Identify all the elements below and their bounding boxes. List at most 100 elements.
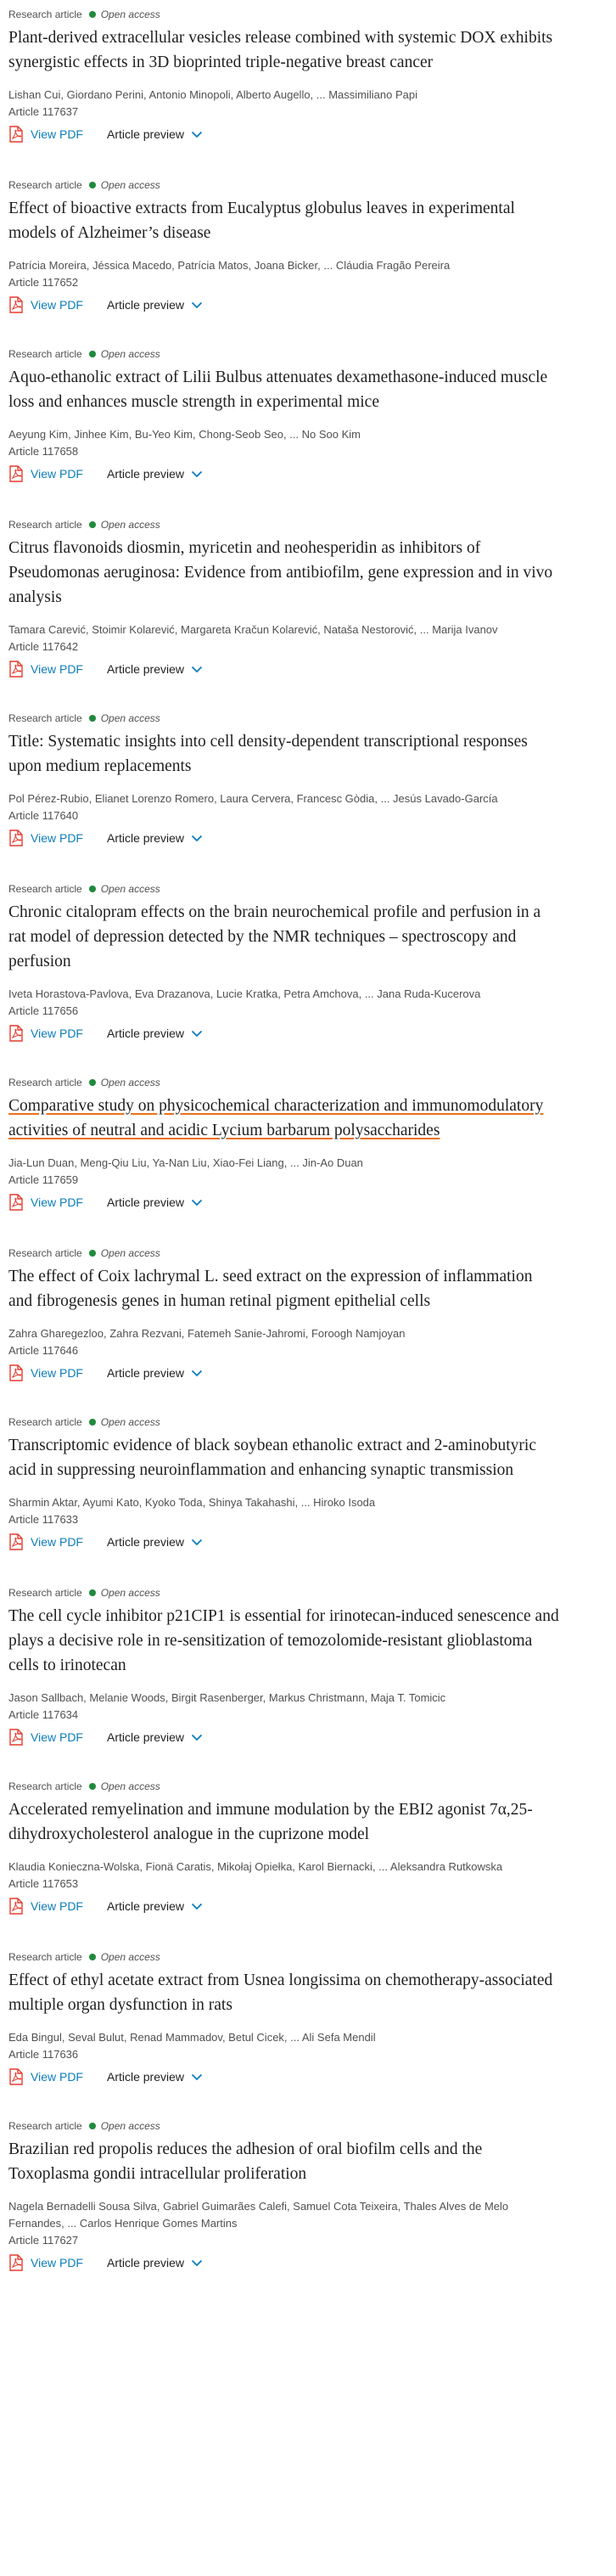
article-number: Article 117640 xyxy=(8,809,79,822)
view-pdf-link[interactable]: View PDF xyxy=(8,296,83,313)
article-item: Research article Open access Brazilian r… xyxy=(8,2118,616,2275)
article-authors: Patrícia Moreira, Jéssica Macedo, Patríc… xyxy=(8,257,616,274)
article-type: Research article xyxy=(8,883,82,895)
article-meta: Research article Open access xyxy=(8,881,616,897)
article-title-link[interactable]: Chronic citalopram effects on the brain … xyxy=(8,900,613,974)
article-preview-toggle[interactable]: Article preview xyxy=(107,2070,203,2084)
article-title-link[interactable]: Citrus flavonoids diosmin, myricetin and… xyxy=(8,536,613,610)
article-preview-label: Article preview xyxy=(106,662,185,676)
article-title-line: The cell cycle inhibitor p21CIP1 is esse… xyxy=(8,1607,559,1625)
open-access-dot-icon xyxy=(88,11,96,18)
view-pdf-label: View PDF xyxy=(31,662,83,676)
article-actions: View PDF Article preview xyxy=(8,461,616,487)
view-pdf-link[interactable]: View PDF xyxy=(8,830,83,846)
article-authors: Tamara Carević, Stoimir Kolarević, Marga… xyxy=(8,622,616,638)
article-title-link[interactable]: Brazilian red propolis reduces the adhes… xyxy=(8,2137,613,2186)
view-pdf-label: View PDF xyxy=(31,1730,83,1744)
article-number: Article 117658 xyxy=(8,445,79,458)
pdf-icon xyxy=(9,126,23,143)
article-type: Research article xyxy=(8,1587,82,1599)
article-preview-toggle[interactable]: Article preview xyxy=(107,1899,203,1913)
article-title-line: upon medium replacements xyxy=(8,757,192,775)
article-title-line: Plant-derived extracellular vesicles rel… xyxy=(8,29,553,47)
view-pdf-link[interactable]: View PDF xyxy=(8,1194,83,1211)
article-preview-label: Article preview xyxy=(106,1195,185,1209)
article-type: Research article xyxy=(8,712,82,724)
article-title-link[interactable]: Aquo-ethanolic extract of Lilii Bulbus a… xyxy=(8,365,613,414)
article-preview-label: Article preview xyxy=(106,1535,185,1549)
open-access-dot-icon xyxy=(88,182,96,188)
article-preview-toggle[interactable]: Article preview xyxy=(107,1730,203,1744)
view-pdf-link[interactable]: View PDF xyxy=(8,126,83,143)
article-actions: View PDF Article preview xyxy=(8,292,616,318)
article-meta: Research article Open access xyxy=(8,1246,616,1261)
view-pdf-link[interactable]: View PDF xyxy=(8,2068,83,2085)
open-access-label: Open access xyxy=(100,883,160,895)
article-actions: View PDF Article preview xyxy=(8,1190,616,1215)
chevron-down-icon xyxy=(191,1734,203,1741)
article-preview-label: Article preview xyxy=(106,1026,185,1040)
article-item: Research article Open access Aquo-ethano… xyxy=(8,346,616,487)
article-title-link[interactable]: The effect of Coix lachrymal L. seed ext… xyxy=(8,1264,613,1313)
article-title-link[interactable]: Plant-derived extracellular vesicles rel… xyxy=(8,25,613,75)
article-authors: Jia-Lun Duan, Meng-Qiu Liu, Ya-Nan Liu, … xyxy=(8,1155,616,1172)
view-pdf-link[interactable]: View PDF xyxy=(8,2254,83,2271)
view-pdf-link[interactable]: View PDF xyxy=(8,465,83,482)
view-pdf-label: View PDF xyxy=(31,467,83,481)
article-preview-toggle[interactable]: Article preview xyxy=(107,1366,203,1380)
article-number: Article 117646 xyxy=(8,1344,79,1357)
article-actions: View PDF Article preview xyxy=(8,2064,616,2089)
article-title-link[interactable]: Comparative study on physicochemical cha… xyxy=(8,1094,613,1143)
open-access-label: Open access xyxy=(100,1951,160,1963)
article-preview-toggle[interactable]: Article preview xyxy=(107,831,203,845)
article-title-link[interactable]: Transcriptomic evidence of black soybean… xyxy=(8,1433,613,1482)
view-pdf-link[interactable]: View PDF xyxy=(8,1364,83,1381)
article-authors-line: Klaudia Konieczna-Wolska, Fionä Caratis,… xyxy=(8,1860,503,1873)
view-pdf-link[interactable]: View PDF xyxy=(8,1533,83,1550)
open-access-dot-icon xyxy=(88,1783,96,1790)
article-preview-toggle[interactable]: Article preview xyxy=(107,298,203,312)
article-item: Research article Open access Effect of b… xyxy=(8,177,616,318)
open-access-dot-icon xyxy=(88,521,96,528)
article-preview-toggle[interactable]: Article preview xyxy=(107,662,203,676)
article-preview-toggle[interactable]: Article preview xyxy=(107,467,203,481)
article-title-link[interactable]: Effect of ethyl acetate extract from Usn… xyxy=(8,1968,613,2017)
article-number: Article 117642 xyxy=(8,640,79,653)
article-preview-toggle[interactable]: Article preview xyxy=(107,1195,203,1209)
article-preview-toggle[interactable]: Article preview xyxy=(107,127,203,141)
chevron-down-icon xyxy=(191,835,203,841)
chevron-down-icon xyxy=(191,1030,203,1037)
article-title-line: analysis xyxy=(8,588,62,606)
view-pdf-label: View PDF xyxy=(31,1366,83,1380)
chevron-down-icon xyxy=(191,131,203,138)
view-pdf-link[interactable]: View PDF xyxy=(8,661,83,678)
article-meta: Research article Open access xyxy=(8,1949,616,1965)
pdf-icon xyxy=(9,2254,23,2271)
article-number: Article 117659 xyxy=(8,1173,79,1186)
article-title-link[interactable]: Title: Systematic insights into cell den… xyxy=(8,729,613,779)
open-access-label: Open access xyxy=(100,1587,160,1599)
view-pdf-link[interactable]: View PDF xyxy=(8,1898,83,1915)
article-actions: View PDF Article preview xyxy=(8,1724,616,1750)
article-meta: Research article Open access xyxy=(8,346,616,362)
open-access-dot-icon xyxy=(88,1250,96,1257)
chevron-down-icon xyxy=(191,301,203,308)
article-title-line: Chronic citalopram effects on the brain … xyxy=(8,903,541,921)
view-pdf-link[interactable]: View PDF xyxy=(8,1025,83,1042)
article-authors-line: Pol Pérez-Rubio, Elianet Lorenzo Romero,… xyxy=(8,792,498,805)
article-type: Research article xyxy=(8,1077,82,1088)
article-title-link[interactable]: The cell cycle inhibitor p21CIP1 is esse… xyxy=(8,1604,613,1678)
article-title-link[interactable]: Accelerated remyelination and immune mod… xyxy=(8,1797,613,1847)
view-pdf-label: View PDF xyxy=(31,2070,83,2084)
view-pdf-label: View PDF xyxy=(31,831,83,845)
article-preview-label: Article preview xyxy=(106,1730,185,1744)
article-actions: View PDF Article preview xyxy=(8,1529,616,1555)
article-title-line: Effect of bioactive extracts from Eucaly… xyxy=(8,200,515,217)
article-title-link[interactable]: Effect of bioactive extracts from Eucaly… xyxy=(8,196,613,245)
article-preview-toggle[interactable]: Article preview xyxy=(107,1535,203,1549)
article-type: Research article xyxy=(8,1780,82,1792)
article-preview-toggle[interactable]: Article preview xyxy=(107,1026,203,1040)
article-authors-line: Sharmin Aktar, Ayumi Kato, Kyoko Toda, S… xyxy=(8,1496,376,1509)
view-pdf-link[interactable]: View PDF xyxy=(8,1729,83,1746)
article-preview-toggle[interactable]: Article preview xyxy=(107,2256,203,2269)
